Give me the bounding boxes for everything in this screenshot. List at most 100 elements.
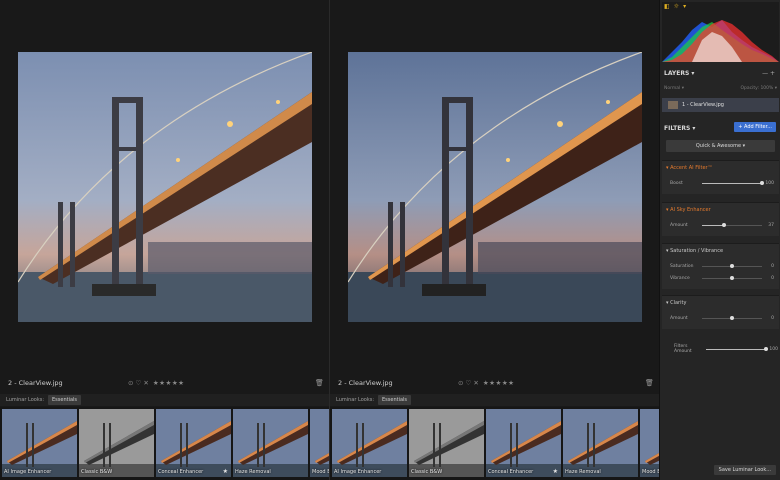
slider-label: Amount (670, 315, 688, 321)
trash-icon[interactable]: 🗑 (645, 379, 654, 387)
looks-category-tab[interactable]: Essentials (48, 395, 82, 405)
trash-icon[interactable]: 🗑 (315, 379, 324, 387)
look-name: Mood Enh (642, 469, 659, 475)
layers-header: LAYERS ▾ — + (664, 67, 777, 79)
looks-bar: Luminar Looks: Essentials (330, 394, 659, 406)
right-photo-canvas[interactable] (348, 52, 642, 322)
opacity-select[interactable]: Opacity: 100% ▾ (741, 86, 777, 91)
histogram (662, 2, 779, 62)
look-name: Classic B&W (411, 469, 443, 475)
filters-amount-slider[interactable]: Filters Amount 100 (674, 344, 779, 354)
filter-title[interactable]: ▾ AI Sky Enhancer (666, 207, 711, 213)
look-name: Classic B&W (81, 469, 113, 475)
slider-knob[interactable] (722, 222, 727, 227)
look-name: AI Image Enhancer (4, 469, 52, 475)
favorite-star-icon[interactable]: ★ (223, 468, 228, 475)
look-thumbnail[interactable]: Mood Enh (310, 409, 329, 477)
looks-filmstrip: AI Image Enhancer Classic B&W Conceal En… (0, 407, 329, 480)
look-name: Haze Removal (565, 469, 601, 475)
star-rating[interactable]: ★★★★★ (483, 379, 515, 387)
filter-title[interactable]: ▾ Clarity (666, 300, 686, 306)
slider-track[interactable] (706, 346, 768, 351)
slider-knob[interactable] (730, 315, 734, 320)
looks-filmstrip: AI Image Enhancer Classic B&W Conceal En… (330, 407, 659, 480)
looks-category-tab[interactable]: Essentials (378, 395, 412, 405)
filter-slider[interactable]: Amount 37 (670, 221, 775, 229)
slider-knob[interactable] (760, 180, 764, 185)
image-filename: 2 - ClearView.jpg (8, 379, 63, 387)
bridge-photo (18, 52, 312, 322)
dropdown-chevron-icon[interactable]: ▾ (683, 3, 686, 10)
look-thumbnail[interactable]: Conceal Enhancer ★ (156, 409, 231, 477)
flag-icons[interactable]: ⊙ ♡ ✕ (128, 379, 149, 387)
layers-settings: Normal ▾ Opacity: 100% ▾ (664, 86, 777, 91)
adjustments-panel: ◧ ☼ ▾ LAYERS ▾ — + Normal ▾ Opacity: 100… (659, 0, 780, 480)
look-thumbnail[interactable]: Classic B&W (409, 409, 484, 477)
clipping-icon[interactable]: ◧ (664, 3, 670, 10)
slider-label: Saturation (670, 263, 694, 269)
filter-block: ▾ Saturation / Vibrance Saturation 0 Vibra… (662, 243, 779, 289)
look-name: AI Image Enhancer (334, 469, 382, 475)
save-look-button[interactable]: Save Luminar Look... (713, 465, 776, 475)
filter-slider[interactable]: Saturation 0 (670, 262, 775, 270)
filter-block: ▾ Clarity Amount 0 (662, 295, 779, 329)
slider-track[interactable] (702, 263, 762, 268)
filter-slider[interactable]: Amount 0 (670, 314, 775, 322)
layers-actions[interactable]: — + (762, 70, 775, 77)
look-thumbnail[interactable]: Haze Removal (233, 409, 308, 477)
favorite-star-icon[interactable]: ★ (553, 468, 558, 475)
slider-label: Boost (670, 180, 683, 186)
slider-track[interactable] (702, 222, 762, 227)
slider-label: Vibrance (670, 275, 690, 281)
slider-track[interactable] (702, 275, 762, 280)
slider-track[interactable] (702, 315, 762, 320)
add-filter-button[interactable]: + Add Filter... (734, 122, 776, 132)
image-filename: 2 - ClearView.jpg (338, 379, 393, 387)
looks-label: Luminar Looks: (336, 397, 375, 403)
layers-title[interactable]: LAYERS ▾ (664, 70, 694, 77)
left-image-pane: 2 - ClearView.jpg ⊙ ♡ ✕ ★★★★★ 🗑 Luminar … (0, 0, 329, 480)
blend-mode-select[interactable]: Normal ▾ (664, 86, 684, 91)
rating-controls: ⊙ ♡ ✕ ★★★★★ (458, 379, 515, 387)
star-rating[interactable]: ★★★★★ (153, 379, 185, 387)
looks-bar: Luminar Looks: Essentials (0, 394, 329, 406)
left-photo-canvas[interactable] (18, 52, 312, 322)
look-thumbnail[interactable]: Classic B&W (79, 409, 154, 477)
rating-controls: ⊙ ♡ ✕ ★★★★★ (128, 379, 185, 387)
slider-track[interactable] (702, 180, 764, 185)
filter-title[interactable]: ▾ Accent AI Filter™ (666, 165, 713, 171)
bridge-photo (348, 52, 642, 322)
layer-name: 1 - ClearView.jpg (682, 102, 724, 108)
histogram-tools: ◧ ☼ ▾ (664, 3, 686, 10)
flag-icons[interactable]: ⊙ ♡ ✕ (458, 379, 479, 387)
filters-title[interactable]: FILTERS ▾ (664, 125, 695, 132)
look-name: Conceal Enhancer (158, 469, 204, 475)
slider-knob[interactable] (730, 275, 734, 280)
layer-thumbnail (668, 101, 678, 109)
slider-value: 0 (771, 315, 774, 321)
look-name: Haze Removal (235, 469, 271, 475)
slider-value: 0 (771, 275, 774, 281)
looks-label: Luminar Looks: (6, 397, 45, 403)
workspace-select[interactable]: Quick & Awesome ▾ (666, 140, 775, 152)
look-name: Mood Enh (312, 469, 329, 475)
slider-label: Amount (670, 222, 688, 228)
filter-block: ▾ AI Sky Enhancer Amount 37 (662, 202, 779, 236)
sun-icon[interactable]: ☼ (674, 3, 679, 10)
look-thumbnail[interactable]: Haze Removal (563, 409, 638, 477)
image-info-bar: 2 - ClearView.jpg ⊙ ♡ ✕ ★★★★★ 🗑 (0, 376, 329, 390)
look-thumbnail[interactable]: AI Image Enhancer (332, 409, 407, 477)
image-info-bar: 2 - ClearView.jpg ⊙ ♡ ✕ ★★★★★ 🗑 (330, 376, 659, 390)
filter-block: ▾ Accent AI Filter™ Boost 100 (662, 160, 779, 194)
filter-slider[interactable]: Boost 100 (670, 179, 775, 187)
look-thumbnail[interactable]: Mood Enh (640, 409, 659, 477)
right-image-pane: 2 - ClearView.jpg ⊙ ♡ ✕ ★★★★★ 🗑 Luminar … (330, 0, 659, 480)
look-thumbnail[interactable]: AI Image Enhancer (2, 409, 77, 477)
slider-label: Filters Amount (674, 344, 692, 354)
slider-knob[interactable] (730, 263, 734, 268)
layer-item[interactable]: 1 - ClearView.jpg (662, 98, 779, 112)
look-thumbnail[interactable]: Conceal Enhancer ★ (486, 409, 561, 477)
filter-title[interactable]: ▾ Saturation / Vibrance (666, 248, 723, 254)
filter-slider[interactable]: Vibrance 0 (670, 274, 775, 282)
look-name: Conceal Enhancer (488, 469, 534, 475)
